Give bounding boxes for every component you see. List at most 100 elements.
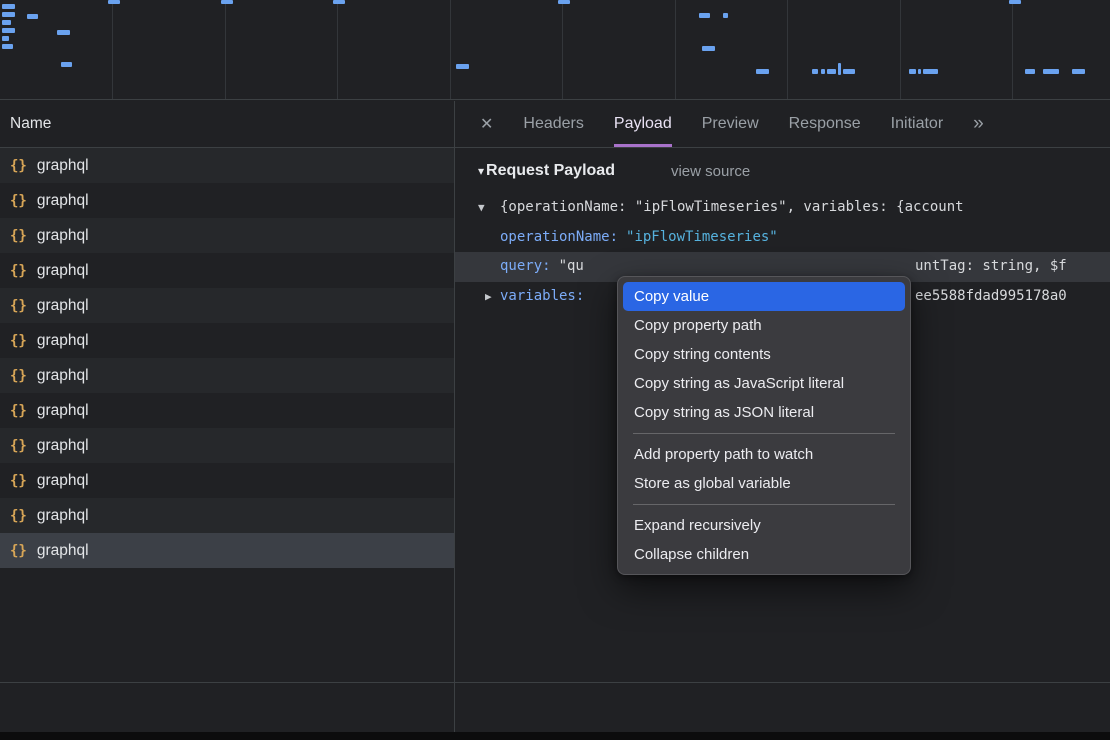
request-name: graphql — [37, 507, 89, 525]
tab-response[interactable]: Response — [789, 101, 861, 147]
property-value-string: "ipFlowTimeseries" — [626, 229, 778, 245]
json-braces-icon: {} — [10, 333, 27, 349]
menu-item-copy-string-as-javascript-literal[interactable]: Copy string as JavaScript literal — [623, 369, 905, 398]
request-row[interactable]: {}graphql — [0, 393, 454, 428]
menu-item-collapse-children[interactable]: Collapse children — [623, 540, 905, 569]
request-timing-bar — [843, 69, 855, 74]
request-timing-bar — [27, 14, 38, 19]
request-payload-title: Request Payload — [486, 162, 615, 180]
tab-preview[interactable]: Preview — [702, 101, 759, 147]
request-timing-bar — [1025, 69, 1035, 74]
request-row[interactable]: {}graphql — [0, 148, 454, 183]
request-row[interactable]: {} graphql — [0, 358, 454, 393]
menu-item-copy-string-contents[interactable]: Copy string contents — [623, 340, 905, 369]
request-name: graphql — [37, 367, 89, 385]
tab-payload[interactable]: Payload — [614, 101, 672, 147]
menu-item-copy-property-path[interactable]: Copy property path — [623, 311, 905, 340]
json-braces-icon: {} — [10, 438, 27, 454]
request-timing-bar — [699, 13, 710, 18]
request-row[interactable]: {} graphql — [0, 253, 454, 288]
json-braces-icon: {} — [10, 298, 27, 314]
menu-divider — [633, 504, 895, 505]
request-timing-bar — [1072, 69, 1085, 74]
property-value-start: "qu — [559, 258, 584, 274]
payload-row-operationName[interactable]: operationName: "ipFlowTimeseries" — [455, 223, 1110, 253]
property-key: operationName: — [500, 229, 618, 245]
tab-strip: Headers Payload Preview Response Initiator — [523, 101, 943, 147]
request-timing-bar — [558, 0, 570, 4]
json-braces-icon: {} — [10, 403, 27, 419]
view-source-link[interactable]: view source — [671, 163, 750, 180]
expander-right-icon[interactable]: ▶ — [485, 282, 492, 312]
request-timing-bar — [108, 0, 120, 4]
menu-item-add-property-path-to-watch[interactable]: Add property path to watch — [623, 440, 905, 469]
menu-item-expand-recursively[interactable]: Expand recursively — [623, 511, 905, 540]
json-braces-icon: {} — [10, 473, 27, 489]
request-timing-bar — [821, 69, 825, 74]
request-name: graphql — [37, 332, 89, 350]
timeline-gridline — [337, 0, 338, 99]
json-braces-icon: {} — [10, 368, 27, 384]
tab-headers[interactable]: Headers — [523, 101, 583, 147]
timeline-gridline — [675, 0, 676, 99]
summary-divider — [0, 682, 1110, 683]
window-bottom-edge — [0, 732, 1110, 740]
request-timing-bar — [456, 64, 469, 69]
request-name: graphql — [37, 542, 89, 560]
timeline-gridline — [1012, 0, 1013, 99]
request-row[interactable]: {}graphql — [0, 183, 454, 218]
timeline-gridline — [450, 0, 451, 99]
request-name: graphql — [37, 262, 89, 280]
request-timing-bar — [2, 44, 13, 49]
json-braces-icon: {} — [10, 543, 27, 559]
request-row[interactable]: {} graphql — [0, 323, 454, 358]
request-timing-bar — [827, 69, 836, 74]
menu-item-store-as-global-variable[interactable]: Store as global variable — [623, 469, 905, 498]
request-timing-bar — [221, 0, 233, 4]
request-timing-bar — [923, 69, 938, 74]
menu-divider — [633, 433, 895, 434]
request-row[interactable]: {} graphql — [0, 218, 454, 253]
json-braces-icon: {} — [10, 228, 27, 244]
property-key: variables: — [500, 288, 584, 304]
section-collapse-icon[interactable]: ▾ — [478, 164, 484, 178]
timeline-gridline — [787, 0, 788, 99]
request-row[interactable]: {} graphql — [0, 463, 454, 498]
expander-down-icon[interactable]: ▼ — [478, 193, 485, 223]
request-timing-bar — [1043, 69, 1059, 74]
devtools-network-panel: Name ✕ Headers Payload Preview Response Init… — [0, 0, 1110, 740]
request-timing-bar — [2, 12, 15, 17]
property-value-continuation: untTag: string, $f — [915, 252, 1067, 282]
menu-item-copy-string-as-json-literal[interactable]: Copy string as JSON literal — [623, 398, 905, 427]
tab-initiator[interactable]: Initiator — [891, 101, 943, 147]
network-overview[interactable] — [0, 0, 1110, 100]
request-row[interactable]: {} graphql — [0, 428, 454, 463]
request-row[interactable]: {} graphql — [0, 533, 454, 568]
request-name: graphql — [37, 472, 89, 490]
request-timing-bar — [756, 69, 769, 74]
property-key: query: — [500, 258, 551, 274]
menu-item-copy-value[interactable]: Copy value — [623, 282, 905, 311]
request-timing-bar — [2, 20, 11, 25]
request-row[interactable]: {}graphql — [0, 498, 454, 533]
request-name: graphql — [37, 437, 89, 455]
request-timing-bar — [702, 46, 715, 51]
request-name: graphql — [37, 227, 89, 245]
request-timing-bar — [918, 69, 921, 74]
request-timing-bar — [723, 13, 728, 18]
json-braces-icon: {} — [10, 158, 27, 174]
json-braces-icon: {} — [10, 193, 27, 209]
name-column-header[interactable]: Name — [0, 101, 454, 147]
more-tabs-icon[interactable]: » — [973, 113, 984, 135]
json-braces-icon: {} — [10, 263, 27, 279]
request-payload-section-header[interactable]: ▾ Request Payload view source — [455, 149, 1110, 193]
timeline-gridline — [900, 0, 901, 99]
payload-root-row[interactable]: ▼ {operationName: "ipFlowTimeseries", va… — [455, 193, 1110, 223]
request-row[interactable]: {} graphql — [0, 288, 454, 323]
request-name: graphql — [37, 297, 89, 315]
object-preview-text: {operationName: "ipFlowTimeseries", vari… — [500, 199, 964, 215]
close-icon[interactable]: ✕ — [480, 114, 493, 134]
request-timing-bar — [909, 69, 916, 74]
request-timing-bar — [57, 30, 70, 35]
request-timing-bar — [838, 63, 841, 75]
